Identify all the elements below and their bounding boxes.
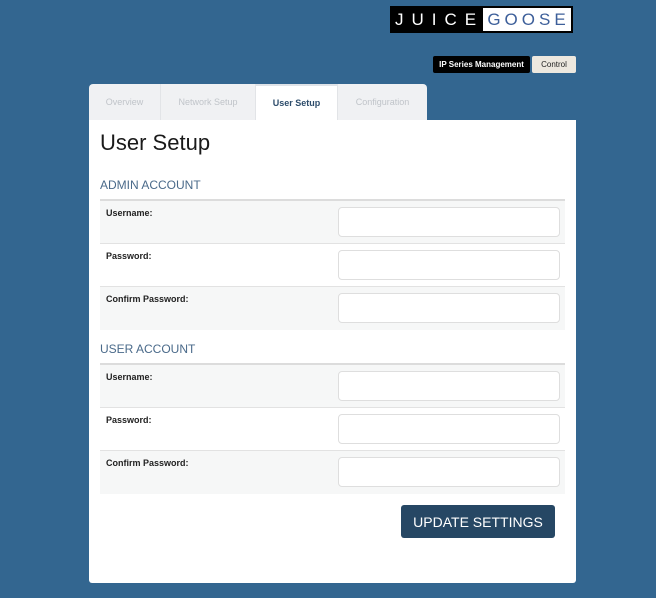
admin-confirm-password-input[interactable]	[338, 293, 560, 323]
admin-account-form: Username: Password: Confirm Password:	[100, 199, 565, 330]
user-password-input[interactable]	[338, 414, 560, 444]
page-title: User Setup	[100, 130, 211, 155]
admin-username-row: Username:	[100, 201, 565, 244]
tab-overview[interactable]: Overview	[89, 84, 161, 120]
update-settings-button[interactable]: UPDATE SETTINGS	[401, 505, 555, 538]
tab-network-setup[interactable]: Network Setup	[161, 84, 256, 120]
brand-logo-goose: GOOSE	[483, 8, 571, 31]
tab-user-setup[interactable]: User Setup	[256, 84, 338, 120]
user-account-form: Username: Password: Confirm Password:	[100, 363, 565, 494]
admin-confirm-password-row: Confirm Password:	[100, 287, 565, 330]
admin-password-label: Password:	[106, 251, 152, 261]
control-button[interactable]: Control	[532, 56, 576, 73]
user-confirm-password-label: Confirm Password:	[106, 458, 189, 468]
user-password-label: Password:	[106, 415, 152, 425]
brand-logo-juice: JUICE	[394, 9, 485, 29]
admin-username-label: Username:	[106, 208, 153, 218]
user-account-heading: USER ACCOUNT	[100, 342, 196, 356]
admin-confirm-password-label: Confirm Password:	[106, 294, 189, 304]
user-username-input[interactable]	[338, 371, 560, 401]
admin-password-row: Password:	[100, 244, 565, 287]
ip-series-management-button[interactable]: IP Series Management	[433, 56, 530, 73]
user-username-label: Username:	[106, 372, 153, 382]
user-username-row: Username:	[100, 365, 565, 408]
user-confirm-password-row: Confirm Password:	[100, 451, 565, 494]
user-password-row: Password:	[100, 408, 565, 451]
admin-password-input[interactable]	[338, 250, 560, 280]
tab-bar: Overview Network Setup User Setup Config…	[89, 84, 427, 120]
tab-configuration[interactable]: Configuration	[338, 84, 427, 120]
content-panel: User Setup ADMIN ACCOUNT Username: Passw…	[89, 120, 576, 583]
admin-account-heading: ADMIN ACCOUNT	[100, 178, 201, 192]
user-confirm-password-input[interactable]	[338, 457, 560, 487]
admin-username-input[interactable]	[338, 207, 560, 237]
brand-logo: JUICE GOOSE	[390, 6, 573, 33]
